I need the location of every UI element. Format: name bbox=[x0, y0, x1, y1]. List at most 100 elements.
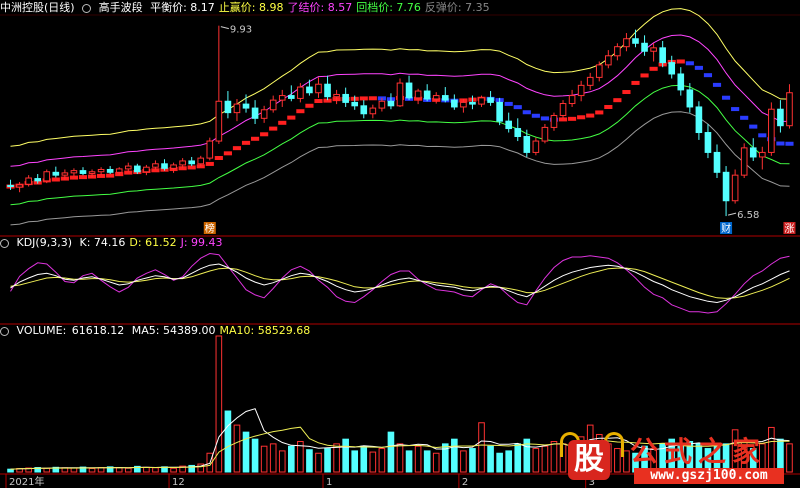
balance-block bbox=[740, 115, 749, 120]
balance-block bbox=[51, 177, 60, 182]
candle-body bbox=[550, 114, 558, 128]
volume-bar bbox=[70, 467, 78, 473]
candle-body bbox=[568, 95, 576, 105]
settings-circle-icon[interactable] bbox=[0, 238, 9, 248]
main-readout: 回档价: 7.76 bbox=[356, 1, 421, 14]
candle-body bbox=[288, 95, 295, 99]
settings-circle-icon[interactable] bbox=[82, 3, 92, 13]
main-readout: 了结价: 8.57 bbox=[287, 1, 353, 14]
candle-body bbox=[52, 171, 60, 176]
candle-body bbox=[260, 109, 268, 119]
candle-body bbox=[641, 42, 648, 52]
candle-body bbox=[351, 101, 359, 107]
balance-block bbox=[649, 66, 658, 71]
candle-body bbox=[595, 64, 603, 78]
balance-block bbox=[776, 141, 785, 146]
candle-body bbox=[387, 100, 395, 107]
volume-bar bbox=[432, 452, 440, 473]
balance-block bbox=[251, 136, 260, 141]
volume-readouts: MA5: 54389.00 MA10: 58529.68 bbox=[132, 324, 314, 337]
volume-bar bbox=[88, 467, 96, 473]
balance-block bbox=[613, 98, 622, 103]
candle-body bbox=[124, 165, 132, 170]
volume-bar bbox=[469, 448, 476, 473]
settings-circle-icon[interactable] bbox=[0, 326, 9, 336]
watermark-url: www.gszj100.com bbox=[634, 468, 784, 484]
kdj-name: KDJ(9,3,3) bbox=[16, 236, 73, 249]
candle-body bbox=[34, 178, 42, 182]
watermark-title: 公式之家 bbox=[630, 435, 767, 468]
balance-block bbox=[513, 105, 522, 110]
candle-body bbox=[242, 103, 250, 109]
candlesticks bbox=[7, 25, 793, 217]
main-readout: 止赢价: 8.98 bbox=[218, 1, 284, 14]
candle-body bbox=[396, 82, 404, 107]
candle-body bbox=[523, 136, 531, 153]
candle-body bbox=[143, 166, 150, 173]
volume-bar bbox=[260, 445, 268, 473]
candle-body bbox=[487, 97, 494, 103]
volume-name: VOLUME: bbox=[16, 324, 67, 337]
candle-body bbox=[758, 151, 766, 158]
volume-bar bbox=[351, 450, 359, 473]
volume-bar bbox=[251, 438, 259, 473]
balance-block bbox=[106, 173, 115, 178]
candle-body bbox=[704, 132, 712, 153]
candle-body bbox=[106, 168, 114, 173]
balance-block bbox=[296, 109, 305, 114]
volume-bar bbox=[124, 467, 132, 473]
volume-value: 61618.12 bbox=[71, 324, 125, 337]
main-panel-header: 中洲控股(日线) 高手波段 平衡价: 8.17 止赢价: 8.98 了结价: 8.5… bbox=[0, 1, 498, 15]
volume-bar bbox=[496, 452, 503, 473]
balance-block bbox=[540, 116, 549, 121]
event-marker-label: 财 bbox=[721, 222, 731, 235]
candle-body bbox=[206, 140, 214, 159]
balance-block bbox=[586, 113, 595, 118]
volume-bar bbox=[224, 410, 232, 473]
volume-bar bbox=[324, 448, 331, 473]
candle-body bbox=[324, 83, 331, 98]
volume-bar bbox=[278, 450, 286, 473]
candle-body bbox=[668, 62, 676, 75]
candle-body bbox=[7, 184, 14, 188]
kdj-readout: K: 74.16 bbox=[79, 236, 126, 249]
candle-body bbox=[414, 90, 422, 99]
candle-body bbox=[278, 95, 286, 101]
candle-body bbox=[70, 170, 78, 174]
balance-block bbox=[359, 96, 368, 101]
volume-bar bbox=[333, 443, 340, 473]
candle-body bbox=[695, 106, 703, 134]
volume-bar bbox=[360, 445, 368, 473]
balance-block bbox=[232, 146, 242, 151]
stock-title: 中洲控股(日线) bbox=[0, 1, 75, 14]
candle-body bbox=[152, 163, 159, 168]
balance-block bbox=[685, 61, 694, 66]
high-pointer bbox=[220, 26, 229, 30]
volume-bar bbox=[288, 445, 295, 473]
candle-body bbox=[677, 73, 685, 91]
low-label: 6.58 bbox=[737, 210, 759, 221]
volume-bar bbox=[143, 466, 150, 473]
candle-body bbox=[269, 99, 277, 111]
candle-body bbox=[88, 171, 96, 174]
balance-block bbox=[595, 110, 604, 115]
balance-block bbox=[749, 124, 758, 129]
balance-block bbox=[631, 80, 640, 85]
candle-body bbox=[16, 184, 23, 188]
balance-block bbox=[78, 175, 88, 180]
candle-body bbox=[405, 82, 413, 99]
candle-body bbox=[650, 47, 657, 52]
candle-body bbox=[25, 177, 32, 185]
volume-bar bbox=[414, 445, 422, 473]
candle-body bbox=[460, 101, 467, 108]
price-annotations: 9.93 6.58 榜 财 涨 bbox=[203, 25, 796, 235]
balance-block bbox=[712, 82, 722, 87]
candle-body bbox=[586, 76, 594, 86]
candle-body bbox=[61, 172, 69, 176]
volume-bar bbox=[387, 431, 395, 473]
balance-block bbox=[214, 156, 223, 161]
candle-body bbox=[478, 97, 485, 105]
volume-readout: MA10: 58529.68 bbox=[219, 324, 311, 337]
main-readouts: 平衡价: 8.17 止赢价: 8.98 了结价: 8.57 回档价: 7.76 反弹价:… bbox=[150, 1, 494, 14]
candle-body bbox=[541, 126, 549, 142]
